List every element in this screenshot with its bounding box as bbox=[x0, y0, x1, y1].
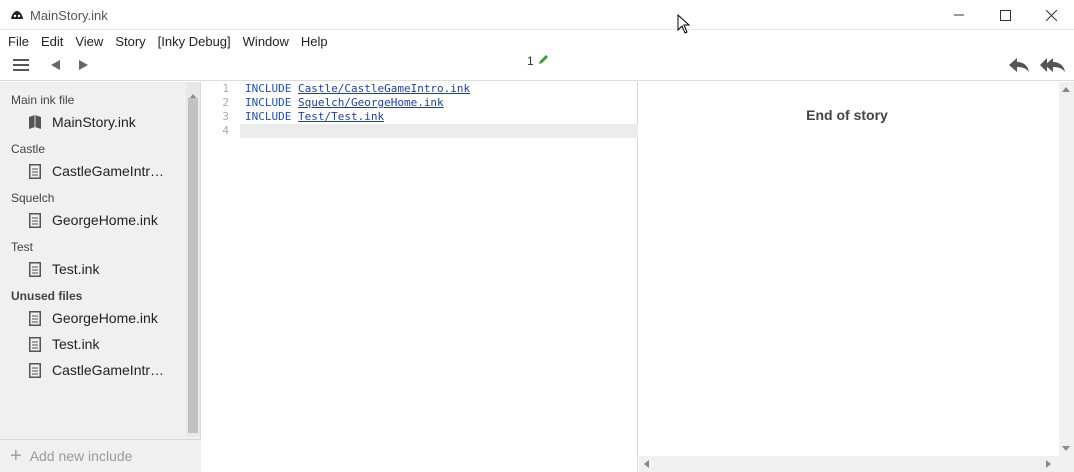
document-icon bbox=[28, 163, 42, 179]
line-number: 3 bbox=[222, 110, 229, 123]
issue-count[interactable]: 1 bbox=[527, 54, 534, 68]
code-line: 4 bbox=[202, 124, 638, 138]
code-line: 2 INCLUDE Squelch/GeorgeHome.ink bbox=[202, 96, 638, 110]
scroll-down-arrow-icon[interactable] bbox=[1062, 444, 1070, 453]
sidebar-unused-file-georgehome[interactable]: GeorgeHome.ink bbox=[0, 305, 186, 331]
menu-view[interactable]: View bbox=[75, 34, 103, 49]
document-icon bbox=[28, 212, 42, 228]
code-line: 1 INCLUDE Castle/CastleGameIntro.ink bbox=[202, 82, 638, 96]
file-list: Main ink file MainStory.ink Castle Castl… bbox=[0, 82, 186, 437]
include-keyword: INCLUDE bbox=[245, 96, 292, 109]
code-line: 3 INCLUDE Test/Test.ink bbox=[202, 110, 638, 124]
sidebar-file-mainstory[interactable]: MainStory.ink bbox=[0, 109, 186, 135]
pencil-icon[interactable] bbox=[537, 54, 549, 66]
window-title: MainStory.ink bbox=[30, 8, 108, 23]
sidebar-unused-file-castlegameintro[interactable]: CastleGameIntr… bbox=[0, 357, 186, 383]
line-number: 4 bbox=[222, 124, 229, 137]
player-horizontal-scrollbar[interactable] bbox=[639, 456, 1059, 472]
document-icon bbox=[28, 362, 42, 378]
story-player: End of story bbox=[639, 82, 1059, 456]
sidebar-unused-file-test[interactable]: Test.ink bbox=[0, 331, 186, 357]
close-button[interactable] bbox=[1028, 0, 1074, 30]
toolbar: 1 bbox=[0, 51, 1074, 81]
title-bar: MainStory.ink bbox=[0, 0, 1074, 30]
include-path-link[interactable]: Squelch/GeorgeHome.ink bbox=[298, 96, 444, 109]
book-icon bbox=[28, 114, 42, 130]
inky-app-icon bbox=[10, 9, 24, 21]
plus-icon: + bbox=[10, 445, 22, 467]
player-vertical-scrollbar[interactable] bbox=[1059, 82, 1074, 456]
document-icon bbox=[28, 261, 42, 277]
menu-story[interactable]: Story bbox=[115, 34, 145, 49]
scroll-right-arrow-icon[interactable] bbox=[1046, 460, 1051, 470]
sidebar-file-test[interactable]: Test.ink bbox=[0, 256, 186, 282]
add-include-label: Add new include bbox=[29, 448, 133, 464]
unused-files-heading: Unused files bbox=[11, 289, 83, 303]
add-new-include-button[interactable]: + Add new include bbox=[0, 439, 201, 472]
group-heading-test: Test bbox=[11, 240, 34, 254]
nav-forward-icon[interactable] bbox=[77, 58, 89, 72]
include-path-link[interactable]: Test/Test.ink bbox=[298, 110, 384, 123]
include-keyword: INCLUDE bbox=[245, 110, 292, 123]
scroll-left-arrow-icon[interactable] bbox=[644, 460, 649, 470]
menu-inky-debug[interactable]: [Inky Debug] bbox=[158, 34, 231, 49]
group-heading-squelch: Squelch bbox=[11, 191, 55, 205]
code-editor[interactable]: 1 INCLUDE Castle/CastleGameIntro.ink 2 I… bbox=[202, 82, 638, 472]
scrollbar-corner bbox=[1059, 456, 1074, 472]
include-keyword: INCLUDE bbox=[245, 82, 292, 95]
nav-back-icon[interactable] bbox=[49, 58, 61, 72]
menu-file[interactable]: File bbox=[8, 34, 29, 49]
line-number: 1 bbox=[222, 82, 229, 95]
scroll-up-arrow-icon[interactable] bbox=[1062, 85, 1070, 94]
document-icon bbox=[28, 336, 42, 352]
sidebar-file-castlegameintro[interactable]: CastleGameIntr… bbox=[0, 158, 186, 184]
maximize-button[interactable] bbox=[982, 0, 1028, 30]
file-sidebar: Main ink file MainStory.ink Castle Castl… bbox=[0, 82, 201, 472]
rewind-one-step-icon[interactable] bbox=[1008, 56, 1030, 74]
menu-bar: File Edit View Story [Inky Debug] Window… bbox=[0, 31, 1074, 51]
end-of-story-text: End of story bbox=[806, 107, 888, 123]
include-path-link[interactable]: Castle/CastleGameIntro.ink bbox=[298, 82, 470, 95]
group-heading-castle: Castle bbox=[11, 142, 46, 156]
minimize-button[interactable] bbox=[936, 0, 982, 30]
sidebar-scrollbar[interactable] bbox=[186, 82, 200, 437]
menu-window[interactable]: Window bbox=[243, 34, 289, 49]
main-ink-heading: Main ink file bbox=[11, 93, 75, 107]
sidebar-scroll-thumb[interactable] bbox=[188, 98, 198, 433]
document-icon bbox=[28, 310, 42, 326]
line-number: 2 bbox=[222, 96, 229, 109]
rewind-to-start-icon[interactable] bbox=[1040, 56, 1066, 74]
menu-help[interactable]: Help bbox=[301, 34, 328, 49]
hamburger-menu-icon[interactable] bbox=[12, 57, 30, 73]
menu-edit[interactable]: Edit bbox=[41, 34, 63, 49]
sidebar-file-georgehome[interactable]: GeorgeHome.ink bbox=[0, 207, 186, 233]
